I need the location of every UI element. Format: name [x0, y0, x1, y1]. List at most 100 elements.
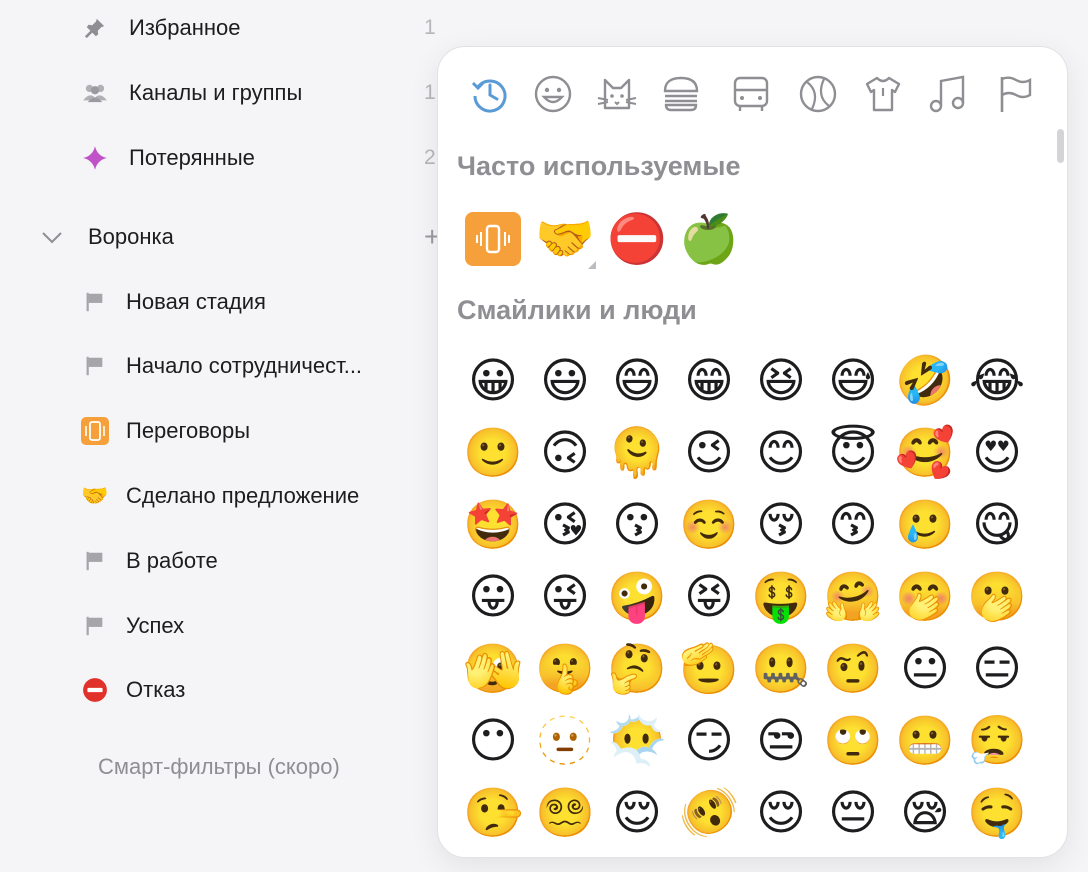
stage-label: В работе [126, 548, 218, 573]
emoji-cell[interactable]: 🫠 [606, 422, 668, 484]
flag-icon [81, 547, 109, 575]
emoji-cell[interactable]: 😜 [534, 566, 596, 628]
emoji-cell[interactable]: 😙 [822, 494, 884, 556]
emoji-cell[interactable]: 🫢 [966, 566, 1028, 628]
sidebar-item-label: Каналы и группы [129, 80, 303, 105]
emoji-handshake[interactable]: 🤝 [534, 208, 596, 270]
emoji-cell[interactable]: 🤨 [822, 638, 884, 700]
emoji-cell[interactable]: 😅 [822, 350, 884, 412]
stage-item[interactable]: В работе [0, 539, 460, 583]
smileys-icon[interactable] [532, 73, 574, 115]
emoji-cell[interactable]: 🤔 [606, 638, 668, 700]
flag-icon [81, 352, 109, 380]
emoji-cell[interactable]: 😔 [822, 782, 884, 844]
emoji-cell[interactable]: 🤐 [750, 638, 812, 700]
sidebar-item-label: Потерянные [129, 145, 255, 170]
item-count: 1 [424, 81, 436, 104]
item-count: 1 [424, 16, 436, 39]
emoji-cell[interactable]: 🤥 [462, 782, 524, 844]
emoji-cell[interactable]: 🤭 [894, 566, 956, 628]
stage-item[interactable]: Начало сотрудничест... [0, 344, 460, 388]
emoji-green-apple[interactable]: 🍏 [678, 208, 740, 270]
emoji-cell[interactable]: 😏 [678, 710, 740, 772]
emoji-cell[interactable]: 😁 [678, 350, 740, 412]
emoji-cell[interactable]: 😶 [462, 710, 524, 772]
emoji-cell[interactable]: 😉 [678, 422, 740, 484]
emoji-cell[interactable]: 😇 [822, 422, 884, 484]
emoji-cell[interactable]: 😀 [462, 350, 524, 412]
recent-icon[interactable] [469, 73, 511, 115]
stage-item[interactable]: Новая стадия [0, 280, 460, 324]
emoji-cell[interactable]: 😵‍💫 [534, 782, 596, 844]
item-count: 2 [424, 146, 436, 169]
emoji-picker: Часто используемые 🤝 ⛔ 🍏 Смайлики и люди… [437, 46, 1068, 858]
objects-icon[interactable] [862, 73, 904, 115]
stage-item[interactable]: Переговоры [0, 409, 460, 453]
emoji-cell[interactable]: 😌 [606, 782, 668, 844]
scrollbar-thumb[interactable] [1057, 129, 1064, 163]
emoji-cell[interactable]: 😄 [606, 350, 668, 412]
emoji-cell[interactable]: 😚 [750, 494, 812, 556]
emoji-cell[interactable]: 😗 [606, 494, 668, 556]
stage-item[interactable]: 🤝 Сделано предложение [0, 474, 460, 518]
emoji-cell[interactable]: 🙂 [462, 422, 524, 484]
animals-icon[interactable] [596, 73, 638, 115]
emoji-cell[interactable]: 😝 [678, 566, 740, 628]
emoji-cell[interactable]: 😊 [750, 422, 812, 484]
emoji-cell[interactable]: 😆 [750, 350, 812, 412]
stage-item[interactable]: Отказ [0, 668, 460, 712]
group-label: Воронка [88, 224, 174, 249]
sidebar-item-channels[interactable]: Каналы и группы 1 [0, 71, 460, 115]
emoji-cell[interactable]: 😌 [750, 782, 812, 844]
flags-icon[interactable] [994, 73, 1036, 115]
emoji-cell[interactable]: 😑 [966, 638, 1028, 700]
emoji-cell[interactable]: 😒 [750, 710, 812, 772]
sidebar-item-lost[interactable]: Потерянные 2 [0, 136, 460, 180]
smileys-section-title: Смайлики и люди [457, 295, 697, 325]
travel-icon[interactable] [730, 73, 772, 115]
activity-icon[interactable] [797, 73, 839, 115]
emoji-cell[interactable]: 😘 [534, 494, 596, 556]
chevron-down-icon[interactable] [40, 225, 64, 249]
emoji-cell[interactable]: 🤗 [822, 566, 884, 628]
emoji-cell[interactable]: 😃 [534, 350, 596, 412]
stage-label: Новая стадия [126, 289, 266, 314]
sidebar-item-favorites[interactable]: Избранное 1 [0, 6, 460, 50]
emoji-cell[interactable]: 🤩 [462, 494, 524, 556]
handshake-icon: 🤝 [81, 483, 109, 508]
emoji-cell[interactable]: 😂 [966, 350, 1028, 412]
emoji-cell[interactable]: 🤫 [534, 638, 596, 700]
emoji-cell[interactable]: 🤣 [894, 350, 956, 412]
emoji-no-entry[interactable]: ⛔ [606, 208, 668, 270]
food-icon[interactable] [660, 73, 702, 115]
emoji-cell[interactable]: 😛 [462, 566, 524, 628]
emoji-cell[interactable]: 😶‍🌫️ [606, 710, 668, 772]
emoji-cell[interactable]: 🤤 [966, 782, 1028, 844]
emoji-cell[interactable]: 🫣 [462, 638, 524, 700]
emoji-cell[interactable]: 🫡 [678, 638, 740, 700]
emoji-cell[interactable]: 😪 [894, 782, 956, 844]
emoji-cell[interactable]: 😬 [894, 710, 956, 772]
emoji-cell[interactable]: 🙄 [822, 710, 884, 772]
emoji-cell[interactable]: 😐 [894, 638, 956, 700]
stage-label: Переговоры [126, 418, 251, 443]
emoji-cell[interactable]: 🤪 [606, 566, 668, 628]
emoji-cell[interactable]: 😋 [966, 494, 1028, 556]
pin-icon [81, 14, 109, 42]
stage-label: Отказ [126, 677, 186, 702]
emoji-vibration-mode[interactable] [465, 212, 521, 266]
group-funnel[interactable]: Воронка + [0, 215, 460, 259]
emoji-cell[interactable]: 🫥 [534, 710, 596, 772]
emoji-cell[interactable]: 🫨 [678, 782, 740, 844]
skin-tone-indicator [588, 261, 596, 269]
emoji-cell[interactable]: ☺️ [678, 494, 740, 556]
category-bar [438, 47, 1067, 147]
emoji-cell[interactable]: 🙃 [534, 422, 596, 484]
emoji-cell[interactable]: 🥲 [894, 494, 956, 556]
symbols-icon[interactable] [926, 73, 968, 115]
emoji-cell[interactable]: 🤑 [750, 566, 812, 628]
emoji-cell[interactable]: 😮‍💨 [966, 710, 1028, 772]
stage-item[interactable]: Успех [0, 604, 460, 648]
emoji-cell[interactable]: 😍 [966, 422, 1028, 484]
emoji-cell[interactable]: 🥰 [894, 422, 956, 484]
